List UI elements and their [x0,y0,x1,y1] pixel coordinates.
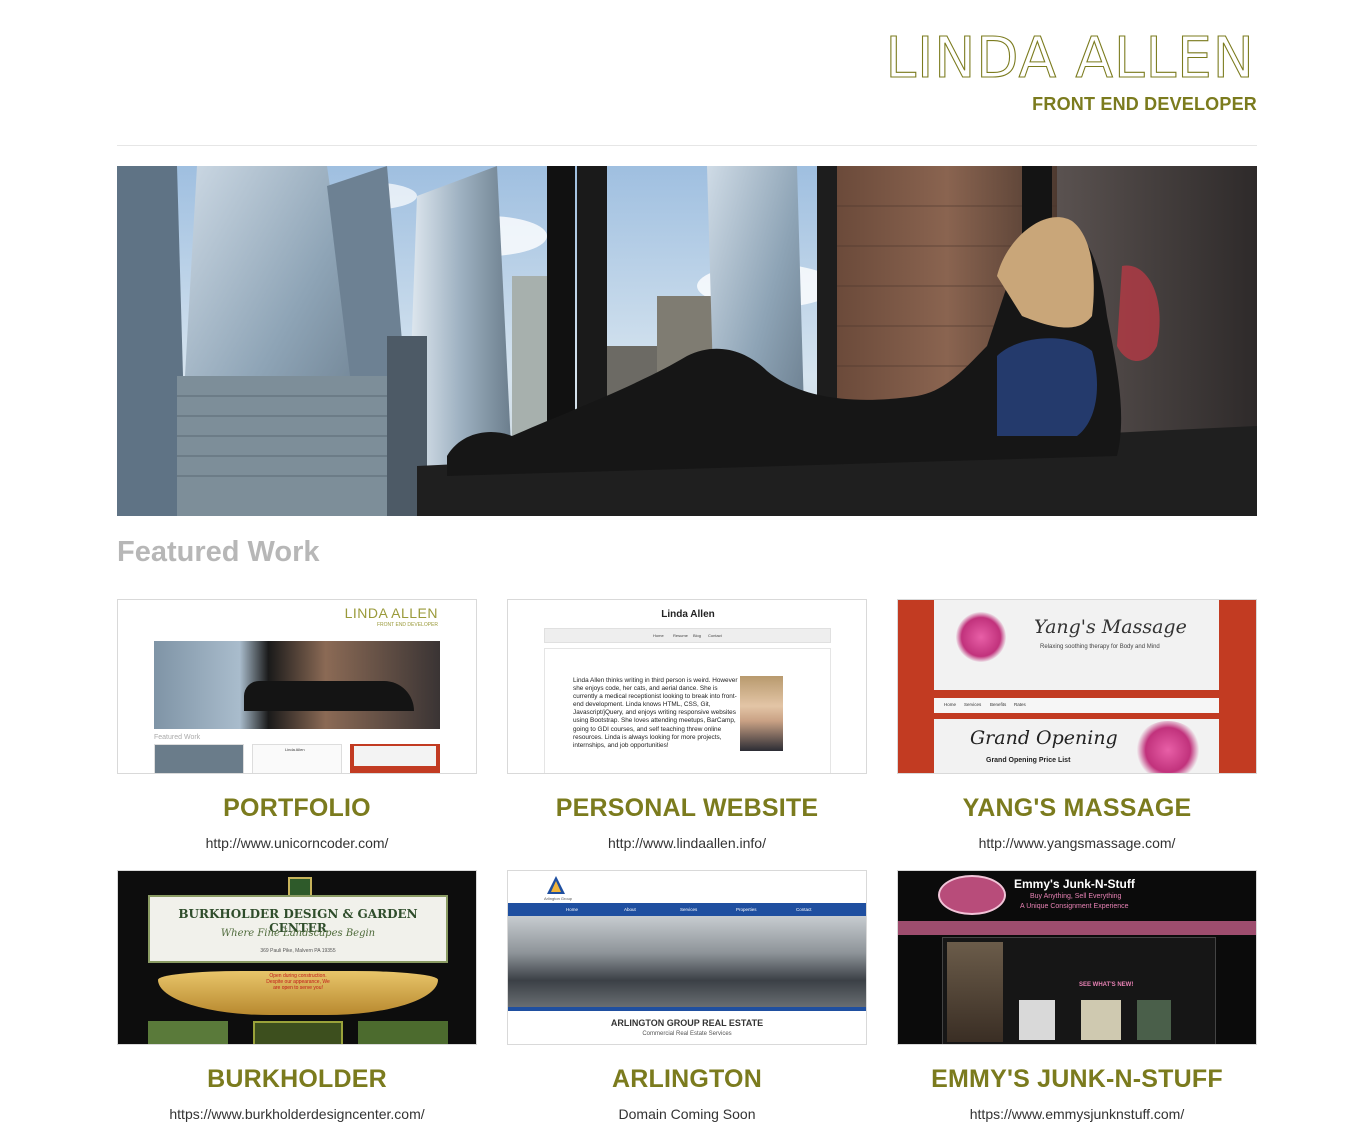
emmys-thumbnail[interactable]: Emmy's Junk-N-Stuff Buy Anything, Sell E… [897,870,1257,1045]
thumb-line2: A Unique Consignment Experience [1020,903,1129,910]
thumb-hero [154,641,440,729]
thumb-nav-rates: Rates [1014,702,1026,707]
thumb-tagline: FRONT END DEVELOPER [376,622,438,628]
project-link[interactable]: Domain Coming Soon [507,1106,867,1122]
thumb-name: LINDA ALLEN [344,605,438,621]
thumb-nav: Home About Services Properties Contact [508,903,866,916]
thumb-ribbon: Open during construction. Despite our ap… [158,971,438,1015]
thumb-price-list: Grand Opening Price List [986,757,1071,764]
thumb-nav-properties: Properties [736,907,757,912]
project-card-arlington: Arlington Group Home About Services Prop… [507,870,867,1122]
project-title: PERSONAL WEBSITE [555,794,819,822]
thumb-cta: SEE WHAT'S NEW! [1079,982,1134,988]
project-card-yangs-massage: Yang's Massage Relaxing soothing therapy… [897,599,1257,851]
thumb-nav-home: Home [566,907,579,912]
arlington-logo-icon [546,875,566,895]
site-header: LINDA ALLEN FRONT END DEVELOPER [117,0,1257,146]
project-link[interactable]: https://www.emmysjunknstuff.com/ [897,1106,1257,1122]
thumb-nav-contact: Contact [796,907,812,912]
thumb-featured: Featured Work [154,734,201,741]
burkholder-thumbnail[interactable]: BURKHOLDER DESIGN & GARDEN CENTER Where … [117,870,477,1045]
thumb-profile-photo [740,676,783,751]
project-link[interactable]: https://www.burkholderdesigncenter.com/ [117,1106,477,1122]
thumb-sub: Commercial Real Estate Services [642,1031,732,1037]
project-title: BURKHOLDER [207,1065,387,1093]
thumb-banner: Grand Opening [970,727,1118,749]
thumb-nav [898,921,1256,935]
project-link[interactable]: http://www.unicorncoder.com/ [117,835,477,851]
project-card-emmys: Emmy's Junk-N-Stuff Buy Anything, Sell E… [897,870,1257,1122]
project-title: ARLINGTON [612,1065,762,1093]
emmys-logo [938,875,1006,915]
thumb-slogan: Relaxing soothing therapy for Body and M… [1040,644,1160,650]
thumb-nav-resume: Resume [673,633,688,638]
thumb-nav-services: Services [680,907,698,912]
hero-image [117,166,1257,516]
project-card-burkholder: BURKHOLDER DESIGN & GARDEN CENTER Where … [117,870,477,1122]
thumb-brand: Emmy's Junk-N-Stuff [1014,877,1135,891]
page-container: LINDA ALLEN FRONT END DEVELOPER Featured… [117,0,1257,1122]
lotus-icon [1134,721,1202,773]
thumb-address: 369 Pauli Pike, Malvern PA 19355 [260,948,336,954]
thumb-nav-benefits: Benefits [990,702,1007,707]
thumb-nav: Home Resume Blog Contact [544,628,831,643]
yangs-massage-thumbnail[interactable]: Yang's Massage Relaxing soothing therapy… [897,599,1257,774]
thumb-nav-home: Home [944,702,957,707]
thumb-heading: Linda Allen [661,609,715,620]
thumb-brand: Yang's Massage [1034,616,1187,638]
thumb-nav: Home Services Benefits Rates [934,698,1219,713]
thumb-nav-home: Home [653,633,664,638]
thumb-nav-blog: Blog [693,633,702,638]
thumb-office-photo [508,916,866,1008]
thumb-nav-about: About [624,907,636,912]
thumb-line1: Buy Anything, Sell Everything [1030,893,1122,900]
portfolio-thumbnail[interactable]: LINDA ALLEN FRONT END DEVELOPER Featured… [117,599,477,774]
arlington-thumbnail[interactable]: Arlington Group Home About Services Prop… [507,870,867,1045]
project-link[interactable]: http://www.lindaallen.info/ [507,835,867,851]
thumb-logo-text: Arlington Group [544,896,573,901]
thumb-bio: Linda Allen thinks writing in third pers… [573,677,738,749]
lotus-icon [956,612,1006,662]
project-title: YANG'S MASSAGE [962,794,1192,822]
thumb-brand: ARLINGTON GROUP REAL ESTATE [610,1018,764,1028]
project-card-personal-website: Linda Allen Home Resume Blog Contact Lin… [507,599,867,851]
thumb-notice: Open during construction. Despite our ap… [266,973,330,991]
project-card-portfolio: LINDA ALLEN FRONT END DEVELOPER Featured… [117,599,477,851]
site-name[interactable]: LINDA ALLEN [885,25,1255,91]
site-tagline: FRONT END DEVELOPER [1032,94,1257,114]
hero-photo [117,166,1257,516]
thumb-small-name: Linda Allen [285,747,305,752]
project-link[interactable]: http://www.yangsmassage.com/ [897,835,1257,851]
thumb-nav-services: Services [964,702,982,707]
project-title: EMMY'S JUNK-N-STUFF [931,1065,1223,1093]
thumb-slogan: Where Fine Landscapes Begin [220,928,376,939]
featured-work-heading: Featured Work [117,536,320,568]
personal-website-thumbnail[interactable]: Linda Allen Home Resume Blog Contact Lin… [507,599,867,774]
thumb-nav-contact: Contact [708,633,722,638]
project-title: PORTFOLIO [223,794,371,822]
